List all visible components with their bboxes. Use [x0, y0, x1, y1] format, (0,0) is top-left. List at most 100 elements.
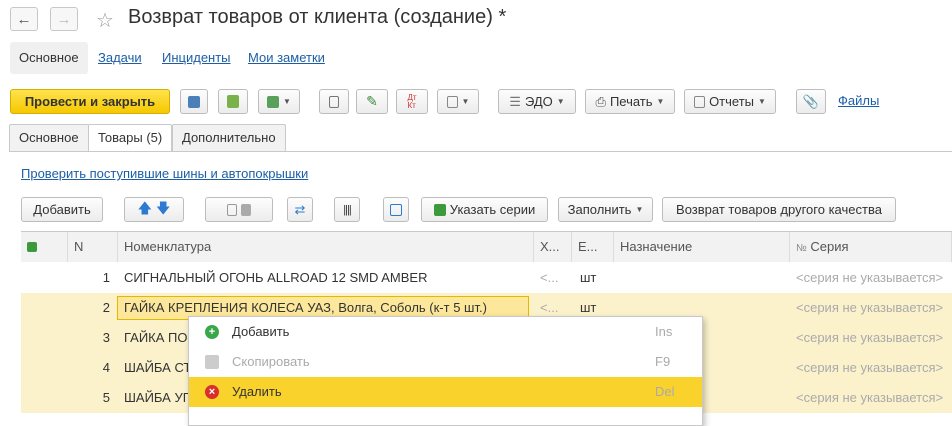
- edo-button[interactable]: ☰ ЭДО ▼: [498, 89, 576, 114]
- column-header-characteristic[interactable]: Х...: [534, 232, 572, 262]
- menu-item-label: Скопировать: [232, 354, 310, 369]
- column-header-series[interactable]: № Серия: [790, 232, 952, 262]
- chevron-down-icon: ▼: [656, 97, 665, 106]
- check-tires-link[interactable]: Проверить поступившие шины и автопокрышк…: [21, 166, 308, 181]
- chevron-down-icon: ▼: [758, 97, 766, 106]
- row-nomenclature[interactable]: СИГНАЛЬНЫЙ ОГОНЬ ALLROAD 12 SMD AMBER: [124, 263, 534, 293]
- column-header-icon[interactable]: [21, 232, 68, 262]
- copy-icon: [205, 355, 219, 369]
- row-number: 2: [102, 300, 110, 315]
- journal-icon: [329, 95, 339, 108]
- row-series[interactable]: <серия не указывается>: [796, 353, 952, 383]
- specify-series-button[interactable]: Указать серии: [421, 197, 548, 222]
- series-icon: [433, 203, 446, 216]
- document-status-button[interactable]: ▼: [437, 89, 479, 114]
- subtab-additional[interactable]: Дополнительно: [172, 124, 286, 151]
- arrow-right-icon: →: [56, 10, 72, 28]
- paperclip-icon: 📎: [802, 93, 820, 109]
- arrow-left-icon: ←: [16, 10, 32, 28]
- row-series[interactable]: <серия не указывается>: [796, 293, 952, 323]
- dt-kt-button[interactable]: Дт Кт: [396, 89, 428, 114]
- checklist-button[interactable]: [383, 197, 409, 222]
- create-based-icon: [267, 95, 280, 108]
- row-number: 1: [102, 270, 110, 285]
- column-header-nomenclature[interactable]: Номенклатура: [118, 232, 534, 262]
- chevron-down-icon: ▼: [461, 97, 470, 106]
- menu-item-shortcut: F9: [655, 354, 671, 369]
- reports-button[interactable]: Отчеты ▼: [684, 89, 776, 114]
- row-characteristic[interactable]: <...: [540, 263, 570, 293]
- tab-tasks[interactable]: Задачи: [98, 42, 142, 74]
- pen-icon: ✎: [366, 93, 378, 109]
- context-menu: + Добавить Ins Скопировать F9 × Удалить …: [188, 316, 703, 426]
- chevron-down-icon: ▼: [635, 205, 644, 214]
- row-series[interactable]: <серия не указывается>: [796, 263, 952, 293]
- row-unit[interactable]: шт: [580, 263, 610, 293]
- move-rows-group: 🡅 🡇: [124, 197, 184, 222]
- subtab-goods[interactable]: Товары (5): [88, 124, 173, 152]
- menu-item-label: Добавить: [232, 324, 290, 339]
- add-row-button[interactable]: Добавить: [21, 197, 103, 222]
- copy-paste-group: [205, 197, 273, 222]
- column-header-purpose[interactable]: Назначение: [614, 232, 790, 262]
- forward-button[interactable]: →: [50, 7, 78, 31]
- post-and-close-button[interactable]: Провести и закрыть: [10, 89, 170, 114]
- arrow-down-icon[interactable]: 🡇: [156, 198, 170, 222]
- barcode-button[interactable]: ||||: [334, 197, 360, 222]
- menu-item-label: Удалить: [232, 384, 282, 399]
- row-series[interactable]: <серия не указывается>: [796, 323, 952, 353]
- barcode-icon: ||||: [343, 203, 352, 216]
- menu-item-shortcut: Del: [655, 384, 675, 399]
- sign-button[interactable]: ✎: [356, 89, 388, 114]
- menu-item-copy[interactable]: Скопировать F9: [189, 347, 702, 377]
- split-row-button[interactable]: ⇄: [287, 197, 313, 222]
- report-icon: [694, 95, 706, 108]
- tab-main[interactable]: Основное: [10, 42, 88, 74]
- document-journal-button[interactable]: [319, 89, 349, 114]
- row-nomenclature[interactable]: ШАЙБА СТ: [124, 353, 194, 383]
- row-number: 3: [102, 330, 110, 345]
- row-number: 4: [102, 360, 110, 375]
- row-series[interactable]: <серия не указывается>: [796, 383, 952, 413]
- column-header-n[interactable]: N: [68, 232, 118, 262]
- arrow-up-icon[interactable]: 🡅: [138, 198, 152, 222]
- table-row[interactable]: 1 СИГНАЛЬНЫЙ ОГОНЬ ALLROAD 12 SMD AMBER …: [21, 263, 952, 293]
- back-button[interactable]: ←: [10, 7, 38, 31]
- chevron-down-icon: ▼: [556, 97, 565, 106]
- row-nomenclature[interactable]: ШАЙБА УГ: [124, 383, 194, 413]
- barcode-column-icon: [27, 242, 37, 252]
- files-link[interactable]: Файлы: [838, 93, 879, 108]
- tabs-divider: [9, 151, 952, 152]
- post-document-icon: [227, 95, 239, 108]
- floppy-disk-icon: [188, 95, 200, 108]
- favorite-star-icon[interactable]: ☆: [96, 8, 114, 33]
- tab-incidents[interactable]: Инциденты: [162, 42, 231, 74]
- post-button[interactable]: [218, 89, 248, 114]
- save-button[interactable]: [180, 89, 208, 114]
- delete-icon: ×: [205, 385, 219, 399]
- plus-icon: +: [205, 325, 219, 339]
- attach-button[interactable]: 📎: [796, 89, 826, 114]
- menu-item-shortcut: Ins: [655, 324, 673, 339]
- dt-kt-icon: Дт Кт: [407, 92, 417, 110]
- window-title: Возврат товаров от клиента (создание) *: [128, 6, 507, 28]
- print-button[interactable]: ⎙ Печать ▼: [585, 89, 675, 114]
- subtab-main[interactable]: Основное: [9, 124, 89, 151]
- tab-notes[interactable]: Мои заметки: [248, 42, 325, 74]
- return-other-quality-button[interactable]: Возврат товаров другого качества: [662, 197, 896, 222]
- split-icon: ⇄: [294, 201, 306, 217]
- row-nomenclature[interactable]: ГАЙКА ПО: [124, 323, 194, 353]
- menu-item-delete[interactable]: × Удалить Del: [189, 377, 702, 407]
- column-header-unit[interactable]: Е...: [572, 232, 614, 262]
- fill-button[interactable]: Заполнить ▼: [558, 197, 653, 222]
- copy-icon[interactable]: [227, 203, 237, 216]
- checklist-icon: [390, 203, 402, 216]
- create-based-on-button[interactable]: ▼: [258, 89, 300, 114]
- edo-icon: ☰: [509, 93, 521, 109]
- row-number: 5: [102, 390, 110, 405]
- chevron-down-icon: ▼: [283, 97, 291, 106]
- printer-icon: ⎙: [595, 93, 606, 109]
- paste-icon[interactable]: [241, 203, 251, 216]
- series-header-icon: №: [796, 243, 807, 254]
- menu-item-add[interactable]: + Добавить Ins: [189, 317, 702, 347]
